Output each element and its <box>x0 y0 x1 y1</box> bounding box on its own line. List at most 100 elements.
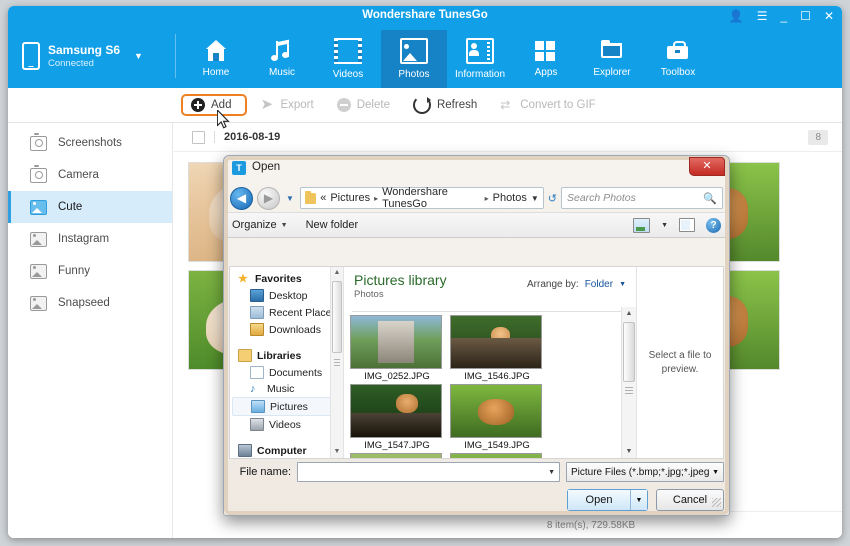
breadcrumb-item-pictures[interactable]: Pictures <box>330 192 370 204</box>
device-name: Samsung S6 <box>48 43 120 58</box>
nav-item-videos[interactable]: Videos <box>230 416 343 433</box>
nav-item-documents[interactable]: Documents <box>230 364 343 381</box>
app-icon: T <box>232 161 246 175</box>
forward-button[interactable]: ▶ <box>257 187 280 210</box>
arrange-by-value[interactable]: Folder <box>585 279 613 290</box>
nav-item-apps[interactable]: Apps <box>513 30 579 88</box>
nav-pane-scrollbar[interactable]: ▲ ▼ <box>330 267 343 458</box>
new-folder-button[interactable]: New folder <box>306 219 359 231</box>
chevron-down-icon[interactable]: ▼ <box>531 194 539 203</box>
file-name-input[interactable]: ▼ <box>297 462 560 482</box>
back-button[interactable]: ◀ <box>230 187 253 210</box>
file-item[interactable]: IMG_1549.JPG <box>450 384 544 451</box>
nav-item-pictures[interactable]: Pictures <box>232 397 339 416</box>
nav-item-photos[interactable]: Photos <box>381 30 447 88</box>
open-button-dropdown-icon[interactable]: ▼ <box>631 490 647 510</box>
main-nav: Home Music Videos Photos Information App… <box>183 30 711 88</box>
breadcrumb[interactable]: « Pictures ▸ Wondershare TunesGo ▸ Photo… <box>300 187 544 209</box>
scroll-up-icon[interactable]: ▲ <box>331 267 343 279</box>
nav-item-desktop[interactable]: Desktop <box>230 287 343 304</box>
breadcrumb-item-tunesgo[interactable]: Wondershare TunesGo <box>382 186 481 210</box>
preview-placeholder-text: Select a file to preview. <box>637 349 723 376</box>
desktop-icon <box>250 289 264 302</box>
preview-pane-icon[interactable] <box>679 218 695 232</box>
recent-locations-icon[interactable]: ▼ <box>286 194 294 203</box>
user-icon[interactable]: 👤 <box>729 9 744 23</box>
file-item[interactable]: IMG_1551.JPG <box>450 453 544 458</box>
minimize-button[interactable]: _ <box>780 9 787 23</box>
close-button[interactable]: ✕ <box>824 9 834 23</box>
file-grid: IMG_0252.JPG IMG_1546.JPG IMG_1547.JPG I… <box>344 307 622 458</box>
open-button-label[interactable]: Open <box>568 490 631 510</box>
nav-item-toolbox[interactable]: Toolbox <box>645 30 711 88</box>
nav-group-favorites[interactable]: ★ Favorites <box>230 271 343 287</box>
file-thumbnail <box>450 315 542 369</box>
divider <box>214 131 215 143</box>
scroll-up-icon[interactable]: ▲ <box>622 307 636 320</box>
nav-item-videos[interactable]: Videos <box>315 30 381 88</box>
file-item[interactable]: IMG_1547.JPG <box>350 384 444 451</box>
file-list-scrollbar[interactable]: ▲ ▼ <box>621 307 636 458</box>
sidebar-item-screenshots[interactable]: Screenshots <box>8 127 172 159</box>
open-button[interactable]: Open ▼ <box>567 489 648 511</box>
scrollbar-thumb[interactable] <box>623 322 635 382</box>
refresh-icon[interactable]: ↺ <box>548 192 557 205</box>
nav-item-recent-places[interactable]: Recent Places <box>230 304 343 321</box>
device-selector[interactable]: Samsung S6 Connected ▼ <box>22 32 167 80</box>
nav-group-libraries[interactable]: Libraries <box>230 347 343 364</box>
add-button[interactable]: Add <box>181 94 247 116</box>
sidebar-item-snapseed[interactable]: Snapseed <box>8 287 172 319</box>
sidebar-item-cute[interactable]: Cute <box>8 191 172 223</box>
view-controls: ▼ ? <box>633 218 721 233</box>
file-item[interactable]: IMG_0252.JPG <box>350 315 444 382</box>
sidebar-item-instagram[interactable]: Instagram <box>8 223 172 255</box>
menu-icon[interactable]: ☰ <box>757 9 768 23</box>
scroll-down-icon[interactable]: ▼ <box>331 446 343 458</box>
maximize-button[interactable]: ☐ <box>800 9 811 23</box>
date-group-checkbox[interactable] <box>192 131 205 144</box>
delete-label: Delete <box>357 99 390 111</box>
file-item[interactable]: IMG_1550.JPG <box>350 453 444 458</box>
file-item[interactable]: IMG_1546.JPG <box>450 315 544 382</box>
nav-item-explorer[interactable]: Explorer <box>579 30 645 88</box>
search-icon: 🔍 <box>703 192 717 205</box>
file-thumbnail <box>450 453 542 458</box>
nav-item-downloads[interactable]: Downloads <box>230 321 343 338</box>
chevron-right-icon: ▸ <box>374 194 378 203</box>
help-icon[interactable]: ? <box>706 218 721 233</box>
sidebar-item-funny[interactable]: Funny <box>8 255 172 287</box>
arrange-by-control[interactable]: Arrange by: Folder ▼ <box>527 273 626 290</box>
downloads-icon <box>250 323 264 336</box>
search-box[interactable]: Search Photos 🔍 <box>561 187 723 209</box>
convert-to-gif-button[interactable]: ⇄ Convert to GIF <box>490 94 605 116</box>
resize-grip[interactable] <box>712 498 721 507</box>
nav-item-music[interactable]: Music <box>249 30 315 88</box>
search-input[interactable]: Search Photos <box>567 192 703 204</box>
nav-item-information[interactable]: Information <box>447 30 513 88</box>
chevron-down-icon[interactable]: ▼ <box>619 281 626 288</box>
file-type-filter[interactable]: Picture Files (*.bmp;*.jpg;*.jpeg ▼ <box>566 462 724 482</box>
organize-button[interactable]: Organize ▼ <box>232 219 288 231</box>
breadcrumb-item-photos[interactable]: Photos <box>493 192 527 204</box>
chevron-down-icon[interactable]: ▼ <box>661 222 668 229</box>
export-button[interactable]: ➤ Export <box>250 94 323 116</box>
dialog-close-button[interactable]: ✕ <box>689 157 725 176</box>
nav-group-computer[interactable]: Computer <box>230 442 343 458</box>
nav-label: Apps <box>535 67 558 78</box>
delete-button[interactable]: Delete <box>327 94 400 116</box>
nav-label: Photos <box>398 69 429 80</box>
nav-item-home[interactable]: Home <box>183 30 249 88</box>
sidebar-item-camera[interactable]: Camera <box>8 159 172 191</box>
plus-circle-icon <box>191 98 205 112</box>
scroll-down-icon[interactable]: ▼ <box>622 445 636 458</box>
chevron-down-icon[interactable]: ▼ <box>548 469 555 476</box>
change-view-icon[interactable] <box>633 218 650 233</box>
chevron-down-icon[interactable]: ▼ <box>134 51 143 61</box>
library-title: Pictures library <box>354 273 447 288</box>
chevron-down-icon[interactable]: ▼ <box>712 469 719 476</box>
library-icon <box>238 349 252 362</box>
refresh-button[interactable]: Refresh <box>403 92 487 118</box>
nav-item-music[interactable]: ♪ Music <box>230 381 343 397</box>
dialog-footer: File name: ▼ Picture Files (*.bmp;*.jpg;… <box>229 461 724 509</box>
scrollbar-thumb[interactable] <box>332 281 342 353</box>
